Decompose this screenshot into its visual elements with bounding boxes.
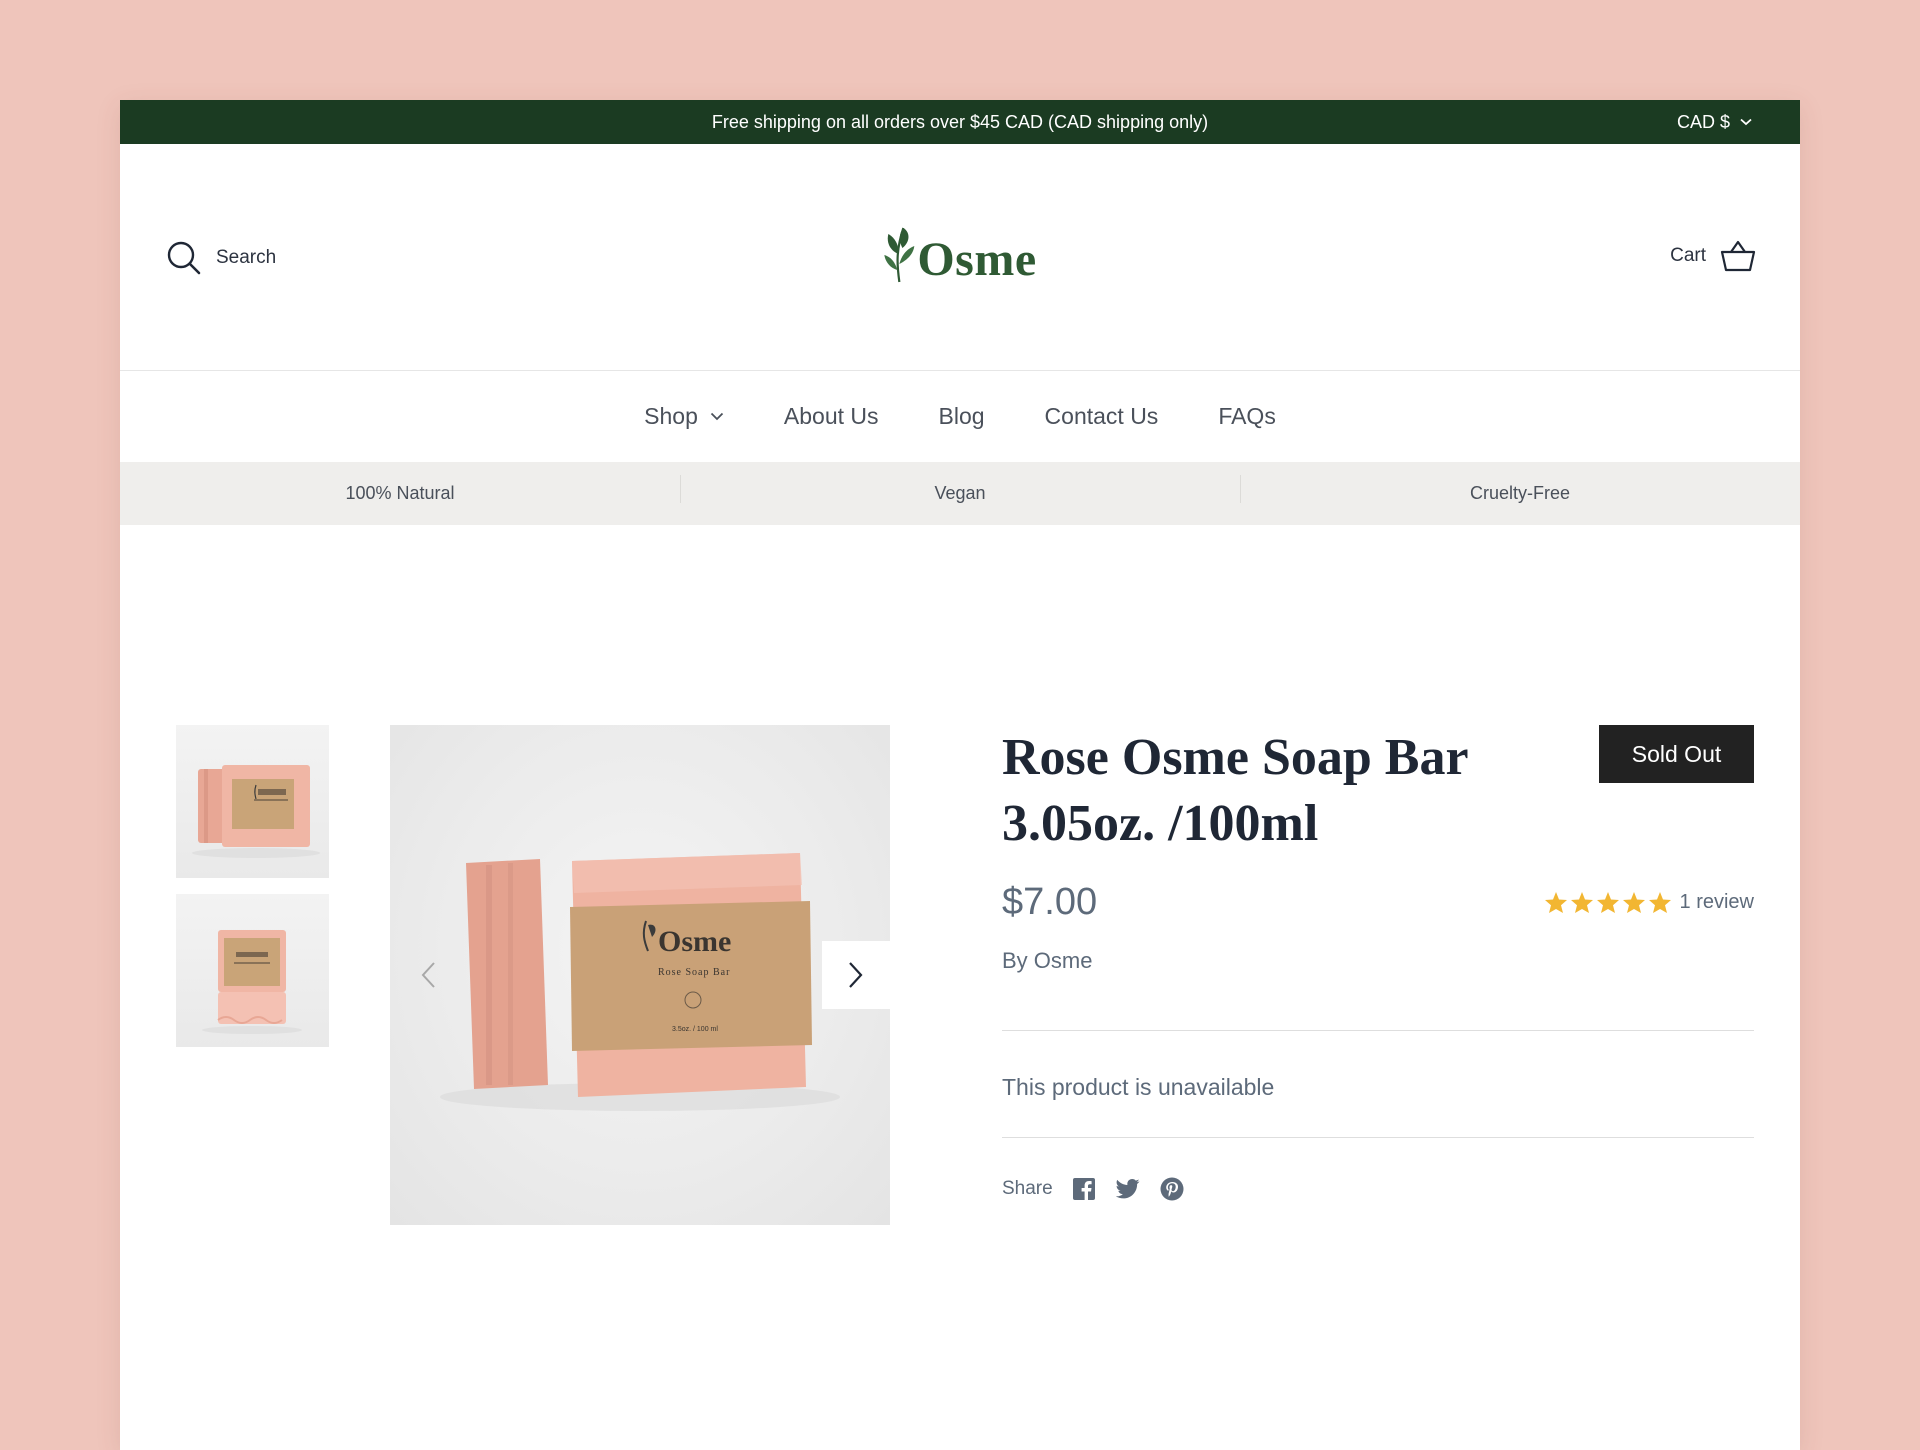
review-rating[interactable]: 1 review (1544, 891, 1754, 914)
cart-label: Cart (1670, 245, 1706, 266)
product-info: Rose Osme Soap Bar 3.05oz. /100ml Sold O… (1002, 725, 1754, 1202)
nav-item-contact-us[interactable]: Contact Us (1015, 403, 1189, 430)
chevron-right-icon (849, 962, 863, 988)
pinterest-share-button[interactable] (1159, 1176, 1185, 1202)
product-thumbnail-2[interactable] (176, 894, 329, 1047)
share-row: Share (1002, 1176, 1754, 1202)
main-nav: Shop About Us Blog Contact Us FAQs (120, 371, 1800, 462)
price-row: $7.00 1 review (1002, 881, 1754, 924)
usp-item-natural: 100% Natural (345, 483, 455, 503)
star-icon (1570, 892, 1593, 913)
soap-thumbnail-image (192, 765, 320, 858)
search-button[interactable]: Search (166, 240, 276, 276)
soap-bar-image: Osme Rose Soap Bar 3.5oz. / 100 ml (440, 853, 840, 1111)
search-label: Search (216, 247, 277, 268)
nav-item-label: Shop (644, 403, 698, 429)
review-count: 1 review (1679, 891, 1754, 913)
nav-item-about-us[interactable]: About Us (754, 403, 909, 430)
chevron-down-icon (1740, 118, 1752, 126)
label-brand-text: Osme (658, 925, 731, 958)
usp-item-vegan: Vegan (680, 475, 1240, 504)
sold-out-badge: Sold Out (1599, 725, 1754, 783)
currency-label: CAD $ (1676, 111, 1730, 132)
announcement-text: Free shipping on all orders over $45 CAD… (711, 111, 1209, 132)
logo-text: Osme (917, 233, 1037, 286)
star-rating (1544, 891, 1672, 914)
label-size-text: 3.5oz. / 100 ml (672, 1026, 718, 1033)
facebook-icon (1072, 1178, 1095, 1200)
announcement-bar: Free shipping on all orders over $45 CAD… (120, 100, 1800, 144)
search-icon (167, 241, 201, 275)
product-vendor: By Osme (1002, 948, 1093, 973)
chevron-left-icon (421, 962, 435, 988)
chevron-down-icon (710, 412, 724, 421)
store-window: Free shipping on all orders over $45 CAD… (120, 100, 1800, 1450)
nav-item-label: FAQs (1218, 403, 1276, 429)
nav-item-label: Blog (938, 403, 985, 429)
twitter-share-button[interactable] (1115, 1176, 1141, 1202)
gallery-prev-button[interactable] (408, 947, 448, 1003)
basket-icon (1720, 240, 1756, 272)
pinterest-icon (1160, 1177, 1184, 1201)
nav-item-label: About Us (783, 403, 879, 429)
currency-selector[interactable]: CAD $ (1677, 100, 1752, 144)
gallery-next-button[interactable] (822, 941, 890, 1009)
nav-item-shop[interactable]: Shop (614, 403, 754, 430)
site-header: Search Osme Cart (120, 144, 1800, 371)
product-title: Rose Osme Soap Bar 3.05oz. /100ml (1002, 729, 1468, 852)
usp-item-cruelty-free: Cruelty-Free (1240, 475, 1800, 504)
label-name-text: Rose Soap Bar (658, 967, 730, 978)
product-thumbnail-1[interactable] (176, 725, 329, 878)
facebook-share-button[interactable] (1071, 1176, 1097, 1202)
share-label: Share (1002, 1178, 1053, 1199)
divider (1002, 1137, 1754, 1138)
nav-item-blog[interactable]: Blog (909, 403, 1015, 430)
star-icon (1596, 892, 1619, 913)
star-icon (1622, 892, 1645, 913)
nav-item-faqs[interactable]: FAQs (1188, 403, 1306, 430)
nav-item-label: Contact Us (1044, 403, 1159, 429)
cart-button[interactable]: Cart (1670, 240, 1756, 272)
product-main-image: Osme Rose Soap Bar 3.5oz. / 100 ml (390, 725, 890, 1225)
availability-message: This product is unavailable (1002, 1074, 1275, 1100)
star-icon (1648, 892, 1671, 913)
product-price: $7.00 (1002, 881, 1098, 923)
twitter-icon (1115, 1179, 1140, 1199)
usp-bar: 100% Natural Vegan Cruelty-Free (120, 462, 1800, 525)
leaf-logo-icon (884, 227, 915, 283)
site-logo[interactable]: Osme (883, 222, 1036, 284)
soap-thumbnail-image (202, 930, 302, 1034)
star-icon (1544, 892, 1567, 913)
